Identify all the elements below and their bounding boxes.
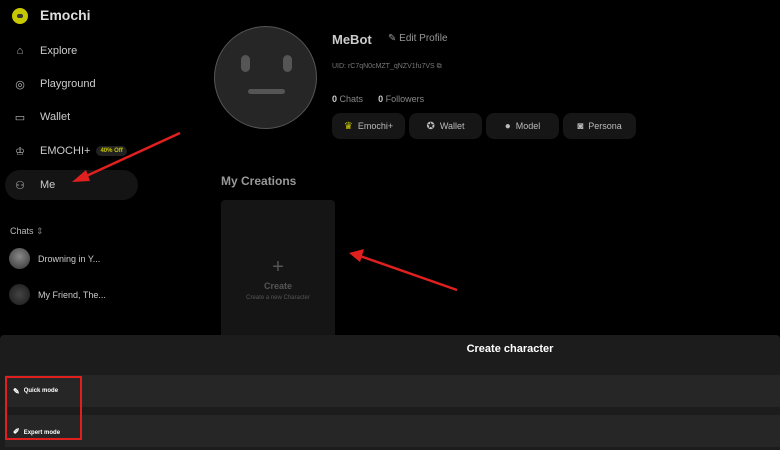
annotation-arrow xyxy=(359,254,458,292)
annotation-arrows xyxy=(72,131,458,292)
annotation-arrow xyxy=(81,131,181,180)
